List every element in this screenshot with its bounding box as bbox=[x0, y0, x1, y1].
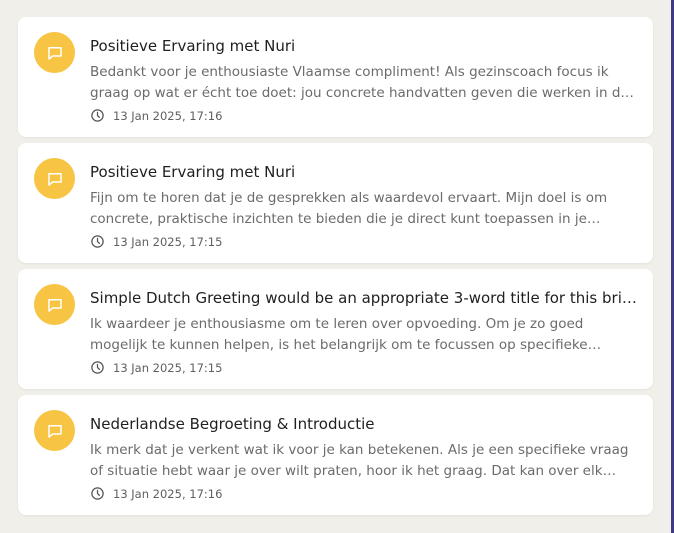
conversation-timestamp: 13 Jan 2025, 17:15 bbox=[113, 234, 223, 249]
conversation-avatar bbox=[34, 158, 75, 199]
clock-icon bbox=[90, 234, 105, 249]
conversation-avatar bbox=[34, 410, 75, 451]
conversation-title: Positieve Ervaring met Nuri bbox=[90, 163, 296, 181]
conversation-timestamp: 13 Jan 2025, 17:16 bbox=[113, 108, 223, 123]
chat-bubble-icon bbox=[46, 170, 64, 188]
conversation-avatar bbox=[34, 284, 75, 325]
conversation-card[interactable]: Positieve Ervaring met Nuri Bedankt voor… bbox=[18, 17, 653, 137]
conversation-card[interactable]: Simple Dutch Greeting would be an approp… bbox=[18, 269, 653, 389]
conversation-title: Nederlandse Begroeting & Introductie bbox=[90, 415, 375, 433]
conversation-title: Positieve Ervaring met Nuri bbox=[90, 37, 296, 55]
conversation-title: Simple Dutch Greeting would be an approp… bbox=[90, 289, 642, 307]
conversation-preview: Fijn om te horen dat je de gesprekken al… bbox=[90, 190, 608, 227]
clock-icon bbox=[90, 108, 105, 123]
conversation-preview: Bedankt voor je enthousiaste Vlaamse com… bbox=[90, 64, 629, 101]
conversation-timestamp: 13 Jan 2025, 17:16 bbox=[113, 486, 223, 501]
chat-bubble-icon bbox=[46, 422, 64, 440]
conversation-preview: Ik waardeer je enthousiasme om te leren … bbox=[90, 316, 588, 353]
conversation-card[interactable]: Nederlandse Begroeting & Introductie Ik … bbox=[18, 395, 653, 515]
chat-bubble-icon bbox=[46, 44, 64, 62]
conversation-meta: 13 Jan 2025, 17:16 bbox=[90, 486, 222, 501]
conversation-avatar bbox=[34, 32, 75, 73]
conversation-list: Positieve Ervaring met Nuri Bedankt voor… bbox=[18, 17, 653, 515]
conversation-meta: 13 Jan 2025, 17:16 bbox=[90, 108, 222, 123]
conversation-card[interactable]: Positieve Ervaring met Nuri Fijn om te h… bbox=[18, 143, 653, 263]
clock-icon bbox=[90, 360, 105, 375]
conversation-timestamp: 13 Jan 2025, 17:15 bbox=[113, 360, 223, 375]
conversation-meta: 13 Jan 2025, 17:15 bbox=[90, 234, 222, 249]
clock-icon bbox=[90, 486, 105, 501]
conversation-preview: Ik merk dat je verkent wat ik voor je ka… bbox=[90, 442, 629, 479]
conversation-meta: 13 Jan 2025, 17:15 bbox=[90, 360, 222, 375]
chat-bubble-icon bbox=[46, 296, 64, 314]
